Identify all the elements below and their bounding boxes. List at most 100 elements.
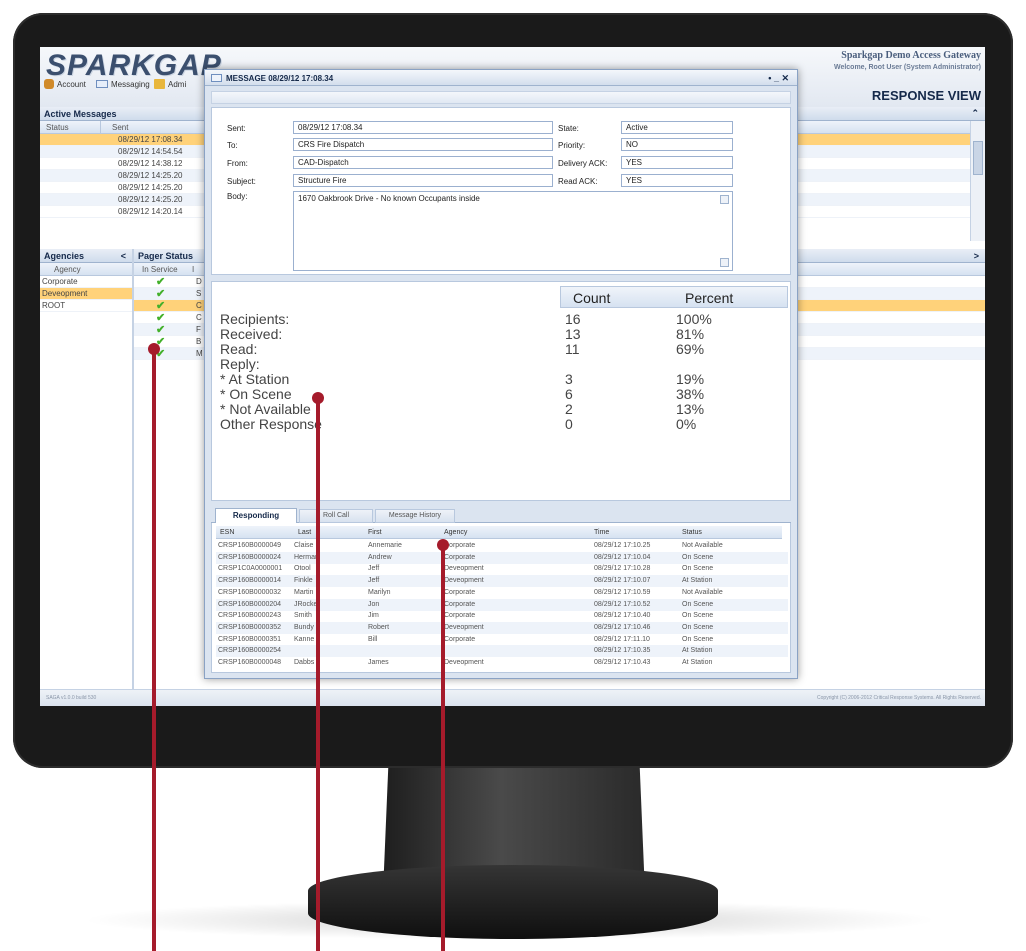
cell-first: Robert <box>368 623 390 631</box>
body-label: Body: <box>227 192 248 201</box>
cell-time: 08/29/12 17:10.25 <box>594 542 651 549</box>
monitor-stand-base <box>308 865 718 939</box>
view-title: RESPONSE VIEW <box>871 88 981 103</box>
grid-row[interactable]: CRSP160B0000254 08/29/12 17:10.35 At Stati… <box>216 645 788 658</box>
messages-scrollbar[interactable] <box>970 121 985 241</box>
delivery-ack-field[interactable]: YES <box>621 156 733 169</box>
tab-roll-call[interactable]: Roll Call <box>299 509 373 523</box>
grid-column-agency[interactable]: Agency <box>444 529 467 536</box>
window-controls[interactable]: • _ ✕ <box>768 73 789 84</box>
pager-initial: B <box>196 337 202 346</box>
grid-column-first[interactable]: First <box>368 529 382 536</box>
envelope-icon <box>211 74 222 82</box>
summary-label: * On Scene <box>220 386 292 402</box>
expand-right-button[interactable]: > <box>974 251 979 261</box>
column-agency[interactable]: Agency <box>54 265 81 274</box>
summary-row: * At Station 3 19% <box>220 372 780 387</box>
sent-label: Sent: <box>227 124 246 133</box>
summary-label: Other Response <box>220 416 322 432</box>
collapse-left-button[interactable]: < <box>121 251 126 261</box>
summary-percent: 13% <box>676 401 705 417</box>
column-sent[interactable]: Sent <box>112 123 128 132</box>
cell-last: Dabbs <box>294 659 315 666</box>
column-in-service[interactable]: In Service <box>142 265 178 274</box>
gateway-title: Sparkgap Demo Access Gateway <box>841 50 981 61</box>
cell-time: 08/29/12 17:10.43 <box>594 659 651 666</box>
summary-row: Other Response 0 0% <box>220 417 780 432</box>
message-sent: 08/29/12 14:25.20 <box>118 195 183 204</box>
subject-field[interactable]: Structure Fire <box>293 174 553 187</box>
tab-roll-call-label: Roll Call <box>322 512 350 519</box>
summary-percent: 0% <box>676 416 697 432</box>
summary-row: Read: 11 69% <box>220 342 780 357</box>
cell-last: Smith <box>294 612 312 620</box>
summary-label: * At Station <box>220 371 290 387</box>
callout-dot <box>148 343 160 355</box>
grid-row[interactable]: CRSP160B0000243 Smith Jim Corporate 08/29/12… <box>216 610 788 622</box>
summary-count: 2 <box>565 401 573 417</box>
message-form: Sent: To: From: Subject: Body: 08/29/12 … <box>211 107 791 275</box>
grid-row[interactable]: CRSP160B0000204 JRocket Jon Corporate 08/29/… <box>216 598 788 611</box>
cell-first: Marilyn <box>368 588 391 596</box>
summary-count: 3 <box>565 371 573 387</box>
admin-button[interactable]: Admi <box>168 80 186 89</box>
column-i[interactable]: I <box>192 265 194 274</box>
tab-responding[interactable]: Responding <box>215 508 297 523</box>
cell-time: 08/29/12 17:10.35 <box>594 647 651 655</box>
grid-row[interactable]: CRSP160B0000352 Bundy Robert Deveopment 08/2… <box>216 621 788 634</box>
agency-row[interactable]: Deveopment <box>40 288 132 300</box>
column-status[interactable]: Status <box>46 123 69 132</box>
from-field[interactable]: CAD-Dispatch <box>293 156 553 169</box>
account-button[interactable]: Account <box>57 80 86 89</box>
scroll-up-button[interactable] <box>720 195 729 204</box>
read-ack-field[interactable]: YES <box>621 174 733 187</box>
grid-column-time[interactable]: Time <box>594 529 609 536</box>
grid-row[interactable]: CRSP160B0000032 Martin Marilyn Corporate 08/… <box>216 587 788 599</box>
grid-row[interactable]: CRSP1C0A0000001 Otool Jeff Deveopment 08/29/… <box>216 563 788 575</box>
messaging-button[interactable]: Messaging <box>111 80 150 89</box>
scroll-down-button[interactable] <box>720 258 729 267</box>
state-field[interactable]: Active <box>621 121 733 134</box>
cell-status: At Station <box>682 659 713 666</box>
grid-row[interactable]: CRSP160B0000024 Herman Andrew Corporate 08/2… <box>216 551 788 564</box>
grid-row[interactable]: CRSP160B0000351 Kanne Bill Corporate 08/29/1… <box>216 634 788 646</box>
cell-first: Jeff <box>368 577 380 585</box>
cell-agency: Corporate <box>444 612 476 620</box>
cell-esn: CRSP160B0000243 <box>218 612 282 620</box>
cell-last: Otool <box>294 565 311 573</box>
cell-first: Jeff <box>368 565 380 573</box>
body-textarea[interactable]: 1670 Oakbrook Drive - No known Occupants… <box>293 191 733 271</box>
percent-column: Percent <box>685 290 734 306</box>
cell-status: At Station <box>682 577 713 585</box>
grid-column-last[interactable]: Last <box>298 529 311 536</box>
agency-name: ROOT <box>42 301 66 310</box>
version-text: SAGA v1.0.0 build 530 <box>46 695 97 701</box>
sent-field[interactable]: 08/29/12 17:08.34 <box>293 121 553 134</box>
grid-column-esn[interactable]: ESN <box>220 529 234 536</box>
cell-last: Bundy <box>294 623 314 631</box>
body-text: 1670 Oakbrook Drive - No known Occupants… <box>298 194 480 203</box>
tab-message-history[interactable]: Message History <box>375 509 455 523</box>
summary-count: 0 <box>565 416 573 432</box>
priority-field[interactable]: NO <box>621 138 733 151</box>
responding-grid: ESN Last First Agency Time Status CRSP16… <box>211 523 791 673</box>
dialog-titlebar[interactable]: MESSAGE 08/29/12 17:08.34 • _ ✕ <box>205 70 797 86</box>
to-label: To: <box>227 141 238 150</box>
grid-row[interactable]: CRSP160B0000049 Claise Annemarie Corporate 0… <box>216 540 788 552</box>
collapse-up-icon[interactable]: ⌃ <box>971 108 979 119</box>
cell-first: James <box>368 659 389 666</box>
grid-column-status[interactable]: Status <box>682 529 702 536</box>
cell-agency: Corporate <box>444 588 476 596</box>
agency-row[interactable]: Corporate <box>40 276 132 288</box>
message-sent: 08/29/12 14:20.14 <box>118 207 183 216</box>
cell-esn: CRSP160B0000204 <box>218 600 282 608</box>
cell-agency: Corporate <box>444 635 476 643</box>
grid-row[interactable]: CRSP160B0000048 Dabbs James Deveopment 08/29… <box>216 657 788 669</box>
agency-row[interactable]: ROOT <box>40 300 132 312</box>
pager-status-title: Pager Status <box>138 251 194 261</box>
scrollbar-thumb[interactable] <box>973 141 983 175</box>
to-field[interactable]: CRS Fire Dispatch <box>293 138 553 151</box>
check-icon: ✔ <box>156 276 166 288</box>
grid-row[interactable]: CRSP160B0000014 Finkle Jeff Deveopment 08/29… <box>216 575 788 588</box>
summary-count: 16 <box>565 311 581 327</box>
